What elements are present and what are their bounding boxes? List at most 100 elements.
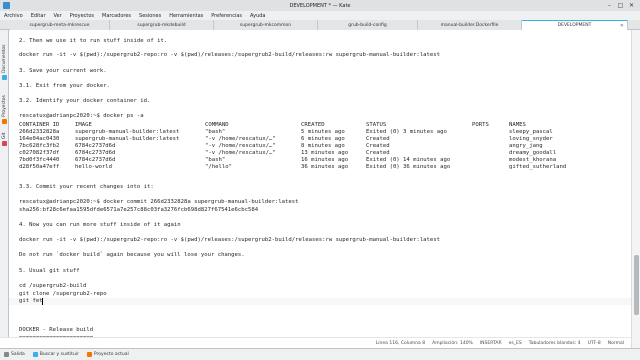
menu-marcadores[interactable]: Marcadores (102, 13, 131, 19)
tab-development[interactable]: DEVELOPMENT ✕ (522, 20, 628, 30)
editor-line: docker run -it -v $(pwd):/supergrub2-rep… (19, 237, 440, 243)
tab-supergrub-mkdebuild[interactable]: supergrub-mkdebuild (110, 20, 214, 30)
window-title: DEVELOPMENT * — Kate (289, 2, 351, 9)
search-icon (32, 352, 38, 357)
table-cell: Exited (0) 3 minutes ago (366, 129, 447, 135)
editor-line: sha256:bf28c6efaa1595dfde6571a7e257c88c0… (19, 207, 259, 213)
menu-proyectos[interactable]: Proyectos (70, 13, 94, 19)
table-cell: "bash" (205, 129, 226, 135)
table-cell: 6784c2737d6d (75, 157, 116, 163)
table-cell: 266d2332828a (19, 129, 60, 135)
table-cell: 6784c2737d6d (75, 143, 116, 149)
sidebar-item-git[interactable]: Git (1, 128, 8, 146)
editor-line: rescatux@adrianpc2020:~$ docker commit 2… (19, 199, 299, 205)
git-icon (2, 141, 7, 146)
cursor-position[interactable]: Línea 116, Columna 8 (376, 341, 425, 346)
output-icon (4, 352, 9, 357)
menu-editar[interactable]: Editar (31, 13, 46, 19)
table-header-cell: CONTAINER ID (19, 122, 60, 128)
editor-line: git fet (19, 298, 43, 304)
table-cell: loving_snyder (509, 136, 553, 142)
current-line-highlight (9, 298, 631, 305)
table-cell: Created (366, 143, 390, 149)
table-cell: Exited (0) 14 minutes ago (366, 157, 451, 163)
vertical-scrollbar[interactable] (631, 30, 640, 348)
tab-grub-build-config[interactable]: grub-build-config (318, 20, 418, 30)
menu-ayuda[interactable]: Ayuda (250, 13, 265, 19)
editor-line: git clone /supergrub2-repo (19, 291, 107, 297)
tab-close-icon[interactable]: ✕ (620, 23, 624, 29)
indentation-setting[interactable]: Tabuladores blandos: 4 (529, 341, 581, 346)
project-icon (86, 352, 92, 357)
tab-label: supergrub-mkcommon (239, 22, 292, 28)
editor-line: 3.3. Commit your recent changes into it: (19, 184, 154, 190)
tab-supergrub-meta-mkrescue[interactable]: supergrub-meta-mkrescue (10, 20, 110, 30)
left-sidebar: Documentos Proyectos Git (0, 30, 9, 348)
tab-manual-builder-dockerfile[interactable]: manual-builder.Dockerfile (418, 20, 522, 30)
scrollbar-thumb[interactable] (634, 255, 639, 315)
editor-line: cd /supergrub2-build (19, 283, 87, 289)
current-project-tool-button[interactable]: Proyecto actual (86, 352, 129, 357)
editor-line: 3. Save your current work. (19, 68, 107, 74)
table-cell: 36 minutes ago (301, 164, 349, 170)
menu-archivo[interactable]: Archivo (4, 13, 23, 19)
table-cell: gifted_sutherland (509, 164, 567, 170)
editor-line: rescatux@adrianpc2020:~$ docker ps -a (19, 113, 144, 119)
zoom-level[interactable]: Ampliación: 140% (432, 341, 473, 346)
sidebar-item-documentos[interactable]: Documentos (1, 36, 8, 80)
maximize-icon[interactable]: □ (617, 2, 624, 9)
status-bar: Línea 116, Columna 8 Ampliación: 140% IN… (0, 337, 631, 348)
input-mode[interactable]: INSERTAR (480, 341, 502, 346)
table-cell: "-v /home/rescatux/…" (205, 143, 276, 149)
tab-label: supergrub-mkdebuild (137, 22, 186, 28)
menu-ver[interactable]: Ver (54, 13, 62, 19)
table-cell: Exited (0) 36 minutes ago (366, 164, 451, 170)
table-cell: "-v /home/rescatux/…" (205, 136, 276, 142)
table-cell: c027082f37df (19, 150, 60, 156)
editor-line: 2. Then we use it to run stuff inside of… (19, 38, 168, 44)
menu-sesiones[interactable]: Sesiones (139, 13, 161, 19)
output-tool-button[interactable]: Salida (4, 352, 25, 357)
table-cell: 16 minutes ago (301, 157, 349, 163)
editor-line: docker run -it -v $(pwd):/supergrub2-rep… (19, 52, 440, 58)
table-header-cell: STATUS (366, 122, 387, 128)
text-cursor (42, 298, 43, 305)
text-editor[interactable]: 2. Then we use it to run stuff inside of… (9, 30, 631, 348)
table-cell: d28f50a47eff (19, 164, 60, 170)
document-tab-bar: supergrub-meta-mkrescue supergrub-mkdebu… (0, 20, 640, 30)
editor-line: 3.1. Exit from your docker. (19, 83, 110, 89)
sidebar-item-label: Proyectos (2, 95, 7, 117)
table-cell: 7bc628fc3fb2 (19, 143, 60, 149)
table-cell: 7bd0f3fc4440 (19, 157, 60, 163)
table-cell: modest_khorana (509, 157, 557, 163)
minimize-icon[interactable]: – (606, 2, 613, 9)
tab-supergrub-mkcommon[interactable]: supergrub-mkcommon (214, 20, 318, 30)
editor-line: 4. Now you can run more stuff inside of … (19, 222, 181, 228)
tab-label: grub-build-config (348, 22, 387, 28)
file-encoding[interactable]: UTF-8 (588, 341, 601, 346)
bottom-tool-label: Buscar y sustituir (39, 352, 79, 357)
title-bar: DEVELOPMENT * — Kate – □ ✕ (0, 0, 640, 11)
table-cell: sleepy_pascal (509, 129, 553, 135)
close-icon[interactable]: ✕ (628, 2, 635, 9)
table-header-cell: CREATED (301, 122, 325, 128)
bottom-tool-label: Salida (11, 352, 25, 357)
table-cell: angry_jang (509, 143, 543, 149)
table-header-cell: PORTS (472, 122, 489, 128)
table-cell: "-v /home/rescatux/…" (205, 150, 276, 156)
documents-icon (2, 75, 7, 80)
sidebar-item-proyectos[interactable]: Proyectos (1, 84, 8, 124)
sidebar-item-label: Git (2, 132, 7, 139)
table-cell: dreamy_goodall (509, 150, 557, 156)
table-cell: 13 minutes ago (301, 150, 349, 156)
table-header-cell: COMMAND (205, 122, 229, 128)
table-cell: hello-world (75, 164, 113, 170)
editor-line: 5. Usual git stuff (19, 268, 80, 274)
search-replace-tool-button[interactable]: Buscar y sustituir (32, 352, 79, 357)
table-cell: 6 minutes ago (301, 136, 345, 142)
menu-preferencias[interactable]: Preferencias (211, 13, 242, 19)
table-cell: 6784c2737d6d (75, 150, 116, 156)
syntax-highlight-mode[interactable]: Normal (608, 341, 624, 346)
spellcheck-language[interactable]: es_ES (509, 341, 522, 346)
menu-herramientas[interactable]: Herramientas (169, 13, 203, 19)
